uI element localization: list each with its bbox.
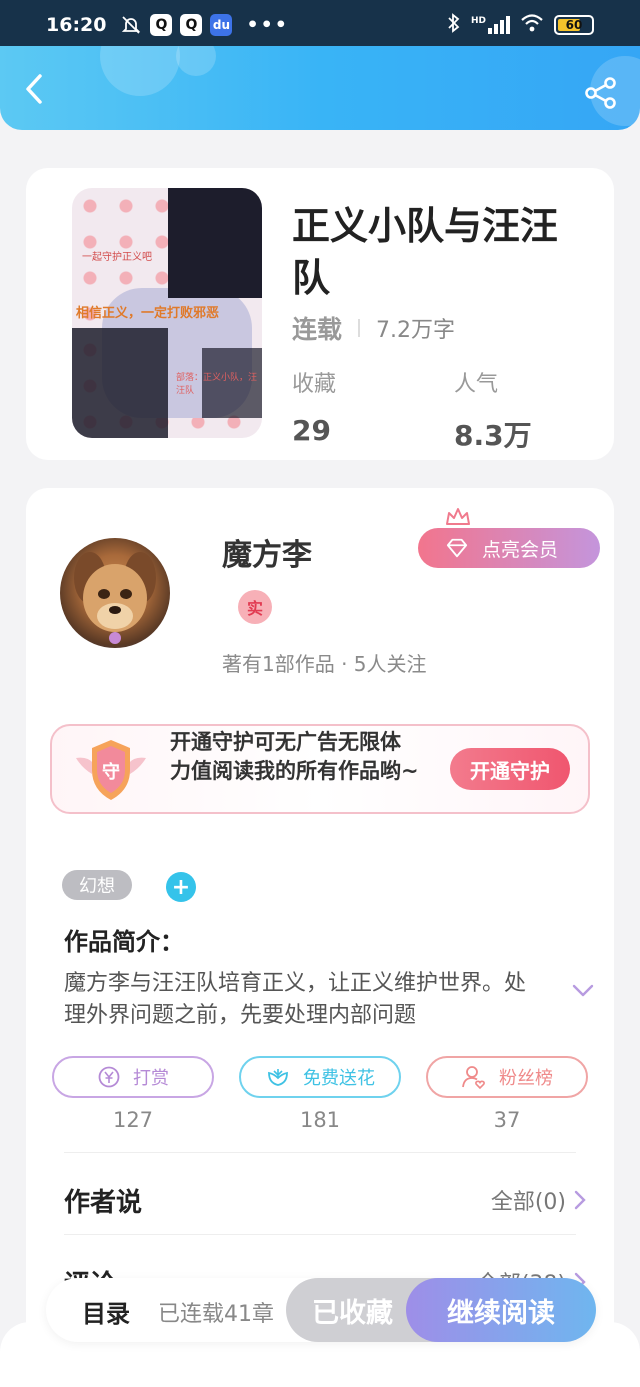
meta-divider <box>358 319 361 337</box>
fan-ranking-button[interactable]: 粉丝榜 <box>426 1056 588 1098</box>
plus-icon: + <box>171 874 191 900</box>
chevron-down-icon[interactable] <box>572 984 594 998</box>
guard-description: 开通守护可无广告无限体力值阅读我的所有作品哟~ <box>170 730 419 783</box>
genre-tag[interactable]: 幻想 <box>62 870 132 900</box>
add-tag-button[interactable]: + <box>166 872 196 902</box>
send-flower-button[interactable]: 免费送花 <box>239 1056 401 1098</box>
send-flower-label: 免费送花 <box>303 1068 375 1089</box>
cover-slogan: 相信正义，一定打败邪恶 <box>76 306 220 321</box>
reward-button[interactable]: 打赏 <box>52 1056 214 1098</box>
serial-status: 连载 <box>292 315 343 344</box>
mute-alarm-icon <box>120 14 142 36</box>
wifi-icon <box>520 13 544 37</box>
section-divider-2 <box>64 1234 576 1235</box>
battery-level: 60 <box>565 18 583 32</box>
status-time: 16:20 <box>46 14 107 36</box>
book-title: 正义小队与汪汪队 <box>292 204 559 300</box>
book-info-card: 一起守护正义吧 相信正义，一定打败邪恶 部落：正义小队，汪汪队 正义小队与汪汪队… <box>26 168 614 460</box>
popularity-stat: 人气 8.3万 <box>454 366 532 454</box>
svg-text:守: 守 <box>102 761 120 783</box>
battery-icon: 60 <box>554 15 594 35</box>
author-stats: 著有1部作品 · 5人关注 <box>222 652 427 676</box>
word-count: 7.2万字 <box>376 318 456 343</box>
more-notifications-icon: ••• <box>246 14 289 36</box>
cover-credit: 部落：正义小队，汪汪队 <box>176 373 258 396</box>
intro-text: 魔方李与汪汪队培育正义，让正义维护世界。处理外界问题之前，先要处理内部问题 <box>64 971 527 1028</box>
author-avatar[interactable] <box>60 538 170 648</box>
status-bar: 16:20 Q Q du ••• HD 60 <box>0 0 640 50</box>
qq-icon-2: Q <box>180 14 203 36</box>
signal-icon: HD <box>471 16 510 34</box>
section-divider <box>64 1152 576 1153</box>
baidu-icon: du <box>210 14 233 36</box>
guard-shield-icon: 守 <box>76 740 146 800</box>
author-says-count: 全部(0) <box>490 1190 566 1215</box>
vip-button[interactable]: 点亮会员 <box>418 528 600 568</box>
popularity-value: 8.3万 <box>454 419 532 452</box>
author-name[interactable]: 魔方李 <box>222 530 312 574</box>
chapter-count[interactable]: 已连载41章 <box>158 1296 274 1328</box>
author-says-link[interactable]: 全部(0) <box>491 1184 586 1216</box>
favorites-label: 收藏 <box>292 372 337 397</box>
crown-icon <box>446 508 470 525</box>
flower-count: 181 <box>299 1108 341 1132</box>
reward-count: 127 <box>112 1108 154 1132</box>
user-heart-icon <box>462 1066 485 1090</box>
bluetooth-icon <box>447 12 461 38</box>
favorites-value: 29 <box>292 414 331 447</box>
verified-badge: 实 <box>238 590 272 624</box>
yuan-coin-icon <box>98 1066 120 1088</box>
vip-button-label: 点亮会员 <box>482 538 559 561</box>
reward-label: 打赏 <box>133 1068 169 1089</box>
details-card: 魔方李 实 著有1部作品 · 5人关注 点亮会员 守 开通守护可无广告无限体力值… <box>26 488 614 1387</box>
back-button[interactable] <box>20 72 50 106</box>
fan-count: 37 <box>493 1108 521 1132</box>
open-guard-button[interactable]: 开通守护 <box>450 748 570 790</box>
book-cover[interactable]: 一起守护正义吧 相信正义，一定打败邪恶 部落：正义小队，汪汪队 <box>72 188 262 438</box>
toc-button[interactable]: 目录 <box>82 1294 130 1329</box>
chevron-left-icon <box>26 74 42 104</box>
diamond-icon <box>446 538 468 558</box>
chevron-right-icon <box>574 1190 586 1210</box>
share-icon <box>585 77 616 109</box>
fan-ranking-label: 粉丝榜 <box>499 1068 553 1089</box>
share-button[interactable] <box>584 76 618 110</box>
top-header <box>0 46 640 130</box>
dog-avatar-image <box>74 552 156 644</box>
qq-icon: Q <box>150 14 173 36</box>
guard-banner: 守 开通守护可无广告无限体力值阅读我的所有作品哟~ 开通守护 <box>50 724 590 814</box>
author-says-title: 作者说 <box>64 1188 143 1218</box>
flower-icon <box>268 1069 288 1086</box>
cover-caption: 一起守护正义吧 <box>82 252 152 263</box>
popularity-label: 人气 <box>454 372 499 397</box>
favorites-stat: 收藏 29 <box>292 366 336 447</box>
continue-reading-button[interactable]: 继续阅读 <box>406 1278 596 1342</box>
book-meta: 连载 7.2万字 <box>292 310 455 346</box>
bottom-action-bar: 目录 已连载41章 已收藏 继续阅读 <box>46 1278 596 1342</box>
network-type: HD <box>470 16 486 26</box>
intro-title: 作品简介： <box>64 928 184 956</box>
